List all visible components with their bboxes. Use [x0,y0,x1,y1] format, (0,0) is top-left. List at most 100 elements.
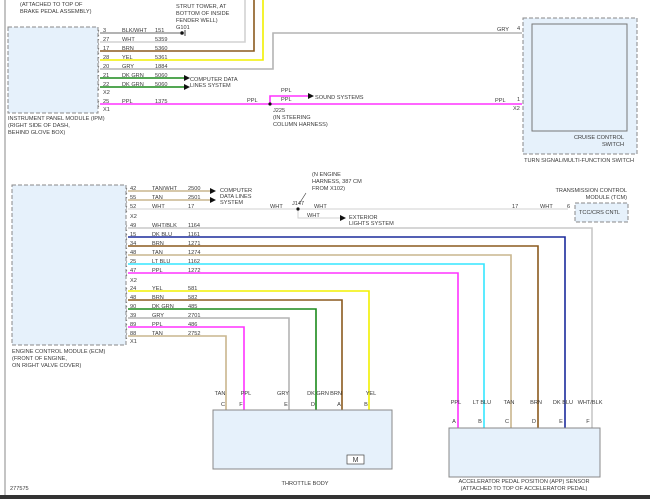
circuit-number: 5361 [155,55,167,61]
wire-color-label: LT BLU [473,400,491,406]
wire-color-label: TAN [152,195,163,201]
schematic: GND3BLK/WHT1515 V REF27WHT5359LO REF17BR… [0,0,650,499]
circuit-number: 5060 [155,82,167,88]
wire [128,272,459,420]
pin-number: 49 [130,223,136,229]
wire-color-label: GRY [152,313,164,319]
pin-number: 55 [130,195,136,201]
bottom-bar [0,495,650,499]
wire [128,335,227,402]
figure-id: 277575 [10,486,29,492]
pin-number: 24 [130,286,136,292]
pin-number: 39 [130,313,136,319]
exterior-lights-label: LIGHTS SYSTEM [349,221,394,227]
pin-letter: E [559,419,563,425]
circuit-number: 17 [512,204,518,210]
splice-note: (N ENGINE [312,172,341,178]
wire-color-label: WHT/BLK [152,223,177,229]
splice-note: HARNESS, 387 CM [312,179,362,185]
wire-color-label: GRY [277,391,289,397]
circuit-number: 1375 [155,99,167,105]
circuit-number: 2752 [188,331,200,337]
wire-color-label: PPL [122,99,133,105]
pin-letter: F [586,419,590,425]
wire-color-label: WHT [307,213,320,219]
tcm-title: TRANSMISSION CONTROL [556,188,627,194]
pin-letter: A [337,402,341,408]
throttle-body-label: THROTTLE BODY [282,481,329,487]
wire-color-label: WHT [270,204,283,210]
wire-color-label: YEL [152,286,163,292]
circuit-number: 2501 [188,195,200,201]
wire-color-label: PPL [152,322,163,328]
splice-note: (IN STEERING [273,115,311,121]
wire [128,227,593,420]
pin-number: 25 [103,99,109,105]
splice-note: FROM X102) [312,186,345,192]
pin-number: 52 [130,204,136,210]
pin-letter: C [221,402,225,408]
circuit-number: 1884 [155,64,167,70]
circuit-number: 5360 [155,46,167,52]
connector-label: X2 [130,214,137,220]
circuit-number: 1164 [188,223,200,229]
pin-letter: A [452,419,456,425]
wire-color-label: PPL [281,88,292,94]
wire-color-label: PPL [241,391,252,397]
strut-note: BOTTOM OF INSIDE [176,11,230,17]
ipm-caption: (RIGHT SIDE OF DASH, [8,123,70,129]
wire-color-label: PPL [495,98,506,104]
brake-note: (ATTACHED TO TOP OF [20,2,83,8]
circuit-number: 582 [188,295,197,301]
wire-color-label: WHT [540,204,553,210]
ground-label: G101 [176,25,190,31]
pin-number: 34 [130,241,136,247]
ground-icon [180,31,184,35]
connector-label: X2 [103,90,110,96]
ipm-caption: INSTRUMENT PANEL MODULE (IPM) [8,116,105,122]
pin-number: 4 [517,26,520,32]
pin-number: 22 [103,82,109,88]
wire-color-label: DK BLU [152,232,172,238]
tcm-pin-label: TCC/CRS CNTL [579,210,620,216]
connector-label: X2 [513,106,520,112]
arrow-icon [210,197,216,203]
connector-label: X1 [103,107,110,113]
wire-color-label: DK BLU [553,400,573,406]
wire-color-label: TAN/WHT [152,186,178,192]
pin-number: 90 [130,304,136,310]
pin-letter: D [532,419,536,425]
wire [128,263,485,420]
cruise-switch-label: CRUISE CONTROL [574,135,624,141]
wire-color-label: YEL [122,55,133,61]
data-lines-label: LINES SYSTEM [190,83,231,89]
strut-note: STRUT TOWER, AT [176,4,227,10]
pin-number: 1 [517,97,520,103]
wire-color-label: DK GRN [122,73,144,79]
pin-number: 48 [130,295,136,301]
wire-color-label: BRN [152,241,164,247]
connector-label: X1 [130,339,137,345]
splice-dot-icon [296,207,300,211]
wire-color-label: PPL [152,268,163,274]
arrow-icon [340,215,346,221]
pin-number: 3 [103,28,106,34]
wire-color-label: PPL [281,97,292,103]
ipm-caption: BEHIND GLOVE BOX) [8,130,65,136]
cruise-switch-label: SWITCH [602,142,624,148]
pin-number: 42 [130,186,136,192]
brake-note: BRAKE PEDAL ASSEMBLY) [20,9,92,15]
turn-signal-label: TURN SIGNAL/MULTI-FUNCTION SWITCH [524,158,634,164]
ecm-caption: (FRONT OF ENGINE, [12,356,67,362]
circuit-number: 1162 [188,259,200,265]
wire-color-label: GRY [497,27,509,33]
wire-color-label: BRN [330,391,342,397]
throttle-body [212,409,393,470]
arrow-icon [308,93,314,99]
wiring-diagram: GND3BLK/WHT1515 V REF27WHT5359LO REF17BR… [0,0,650,499]
pin-number: 20 [103,64,109,70]
splice-label: J225 [273,108,285,114]
data-lines-label: SYSTEM [220,200,243,206]
wire-color-label: TAN [152,331,163,337]
pin-number: 89 [130,322,136,328]
